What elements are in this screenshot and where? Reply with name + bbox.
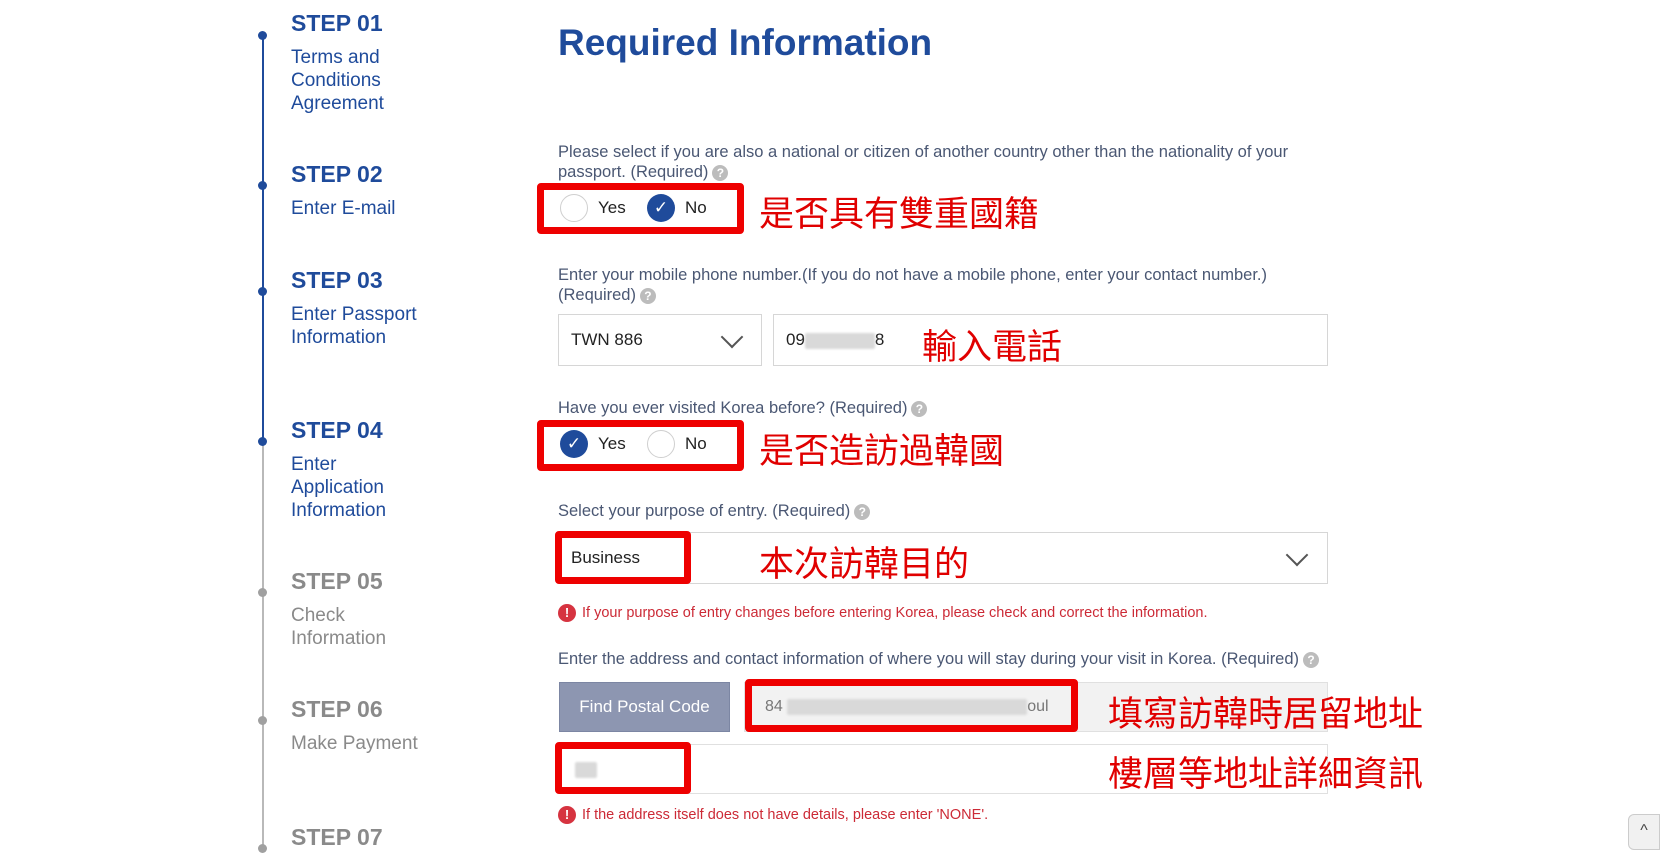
visited-korea-question-text: Have you ever visited Korea before? (Req…	[558, 399, 908, 417]
chevron-up-icon: ^	[1640, 822, 1648, 839]
address-warning: ! If the address itself does not have det…	[558, 806, 988, 824]
step-03-dot	[258, 287, 267, 296]
phone-question-line2: (Required)	[558, 286, 636, 304]
help-icon[interactable]: ?	[854, 503, 871, 520]
purpose-question-text: Select your purpose of entry. (Required)	[558, 502, 851, 520]
help-icon[interactable]: ?	[712, 164, 729, 181]
step-02-label: Enter E-mail	[291, 198, 396, 219]
address-question: Enter the address and contact informatio…	[558, 649, 1338, 669]
step-06-number: STEP 06	[291, 696, 383, 722]
annotation-visited-korea: 是否造訪過韓國	[759, 432, 1005, 472]
phone-question-line1: Enter your mobile phone number.(If you d…	[558, 266, 1268, 284]
step-03-label: Enter Passport Information	[291, 304, 417, 348]
phone-number-value: 09 8	[786, 330, 884, 350]
step-05-label: Check Information	[291, 605, 387, 649]
step-07-number: STEP 07	[291, 824, 383, 850]
annotation-address: 填寫訪韓時居留地址	[1108, 695, 1424, 735]
step-04-dot	[258, 437, 267, 446]
visited-korea-question: Have you ever visited Korea before? (Req…	[558, 398, 1318, 418]
highlight-address-detail	[555, 742, 691, 794]
chevron-down-icon	[720, 325, 744, 349]
highlight-dual-nationality	[537, 183, 744, 234]
step-03-number: STEP 03	[291, 267, 383, 293]
dual-nationality-question: Please select if you are also a national…	[558, 142, 1318, 182]
step-01-dot	[258, 31, 267, 40]
country-code-select[interactable]: TWN 886	[558, 314, 762, 366]
annotation-purpose: 本次訪韓目的	[759, 545, 970, 585]
purpose-question: Select your purpose of entry. (Required)…	[558, 501, 1318, 521]
purpose-warning: ! If your purpose of entry changes before…	[558, 604, 1207, 622]
highlight-purpose	[555, 531, 691, 584]
step-02-number: STEP 02	[291, 161, 383, 187]
dual-nationality-question-line1: Please select if you are also a national…	[558, 143, 1289, 161]
step-04-label: Enter Application Information	[291, 454, 387, 521]
phone-number-prefix: 09	[786, 330, 805, 349]
address-question-text: Enter the address and contact informatio…	[558, 650, 1300, 668]
step-05-dot	[258, 588, 267, 597]
step-01-number: STEP 01	[291, 10, 383, 36]
step-progress-line-upcoming	[262, 439, 264, 850]
step-progress-line-completed	[262, 32, 264, 439]
highlight-visited-korea	[537, 420, 744, 471]
find-postal-code-button[interactable]: Find Postal Code	[559, 682, 730, 732]
step-06-dot	[258, 716, 267, 725]
help-icon[interactable]: ?	[639, 287, 656, 304]
address-warning-text: If the address itself does not have deta…	[582, 806, 989, 823]
page-title: Required Information	[558, 22, 933, 63]
step-02-dot	[258, 181, 267, 190]
scroll-to-top-button[interactable]: ^	[1628, 814, 1660, 850]
help-icon[interactable]: ?	[911, 400, 928, 417]
annotation-address-detail: 樓層等地址詳細資訊	[1108, 755, 1424, 795]
help-icon[interactable]: ?	[1303, 651, 1320, 668]
step-05-number: STEP 05	[291, 568, 383, 594]
step-07-dot	[258, 844, 267, 853]
redacted-strip	[804, 332, 875, 349]
chevron-down-icon	[1285, 543, 1309, 567]
warning-icon: !	[558, 806, 576, 824]
warning-icon: !	[558, 604, 576, 622]
purpose-warning-text: If your purpose of entry changes before …	[582, 604, 1208, 621]
dual-nationality-question-line2: passport. (Required)	[558, 163, 709, 181]
step-06-label: Make Payment	[291, 733, 418, 754]
country-code-value: TWN 886	[571, 330, 643, 349]
step-04-number: STEP 04	[291, 417, 383, 443]
annotation-phone: 輸入電話	[922, 328, 1063, 368]
highlight-address	[745, 679, 1078, 732]
phone-number-suffix: 8	[874, 330, 885, 349]
annotation-dual-nationality: 是否具有雙重國籍	[759, 195, 1040, 235]
phone-question: Enter your mobile phone number.(If you d…	[558, 265, 1318, 305]
step-01-label: Terms and Conditions Agreement	[291, 47, 384, 114]
